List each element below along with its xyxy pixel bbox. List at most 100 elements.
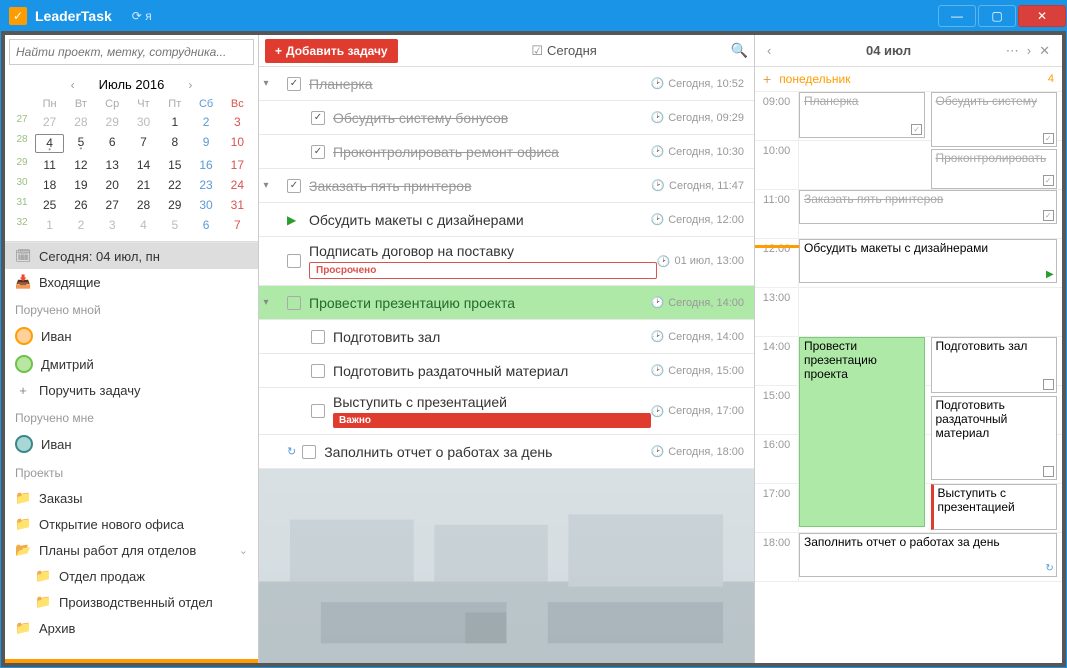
task-checkbox[interactable] [302, 445, 316, 459]
more-button[interactable]: ⋯ [1002, 43, 1023, 59]
close-button[interactable]: ✕ [1018, 5, 1066, 27]
cal-day[interactable]: 20 [98, 177, 127, 193]
cal-day[interactable]: 30 [129, 114, 158, 130]
nav-user-ivan2[interactable]: Иван [5, 430, 258, 458]
add-task-button[interactable]: +Добавить задачу [265, 39, 398, 63]
event-block[interactable]: Планерка [799, 92, 925, 138]
cal-day[interactable]: 4 [35, 134, 64, 153]
cal-day[interactable]: 26 [66, 197, 95, 213]
close-day-button[interactable]: ✕ [1035, 43, 1054, 59]
cal-day[interactable]: 4 [129, 217, 158, 233]
cal-day[interactable]: 25 [35, 197, 64, 213]
search-input[interactable] [9, 39, 254, 65]
disclosure-icon[interactable]: ▾ [259, 78, 273, 89]
cal-day[interactable]: 13 [98, 157, 127, 173]
cal-day[interactable]: 28 [129, 197, 158, 213]
task-row[interactable]: Подготовить зал 🕑Сегодня, 14:00 [259, 320, 754, 354]
minimize-button[interactable]: — [938, 5, 976, 27]
cal-day[interactable]: 2 [191, 114, 220, 130]
add-event-button[interactable]: + [763, 71, 771, 87]
schedule[interactable]: 09:00 ПланеркаОбсудить систему 10:00 Про… [755, 92, 1062, 663]
cal-day[interactable]: 17 [223, 157, 252, 173]
task-row[interactable]: ▶ Обсудить макеты с дизайнерами 🕑Сегодня… [259, 203, 754, 237]
search-icon[interactable]: 🔍 [731, 42, 748, 59]
nav-project-new-office[interactable]: 📁Открытие нового офиса [5, 511, 258, 537]
cal-day[interactable]: 18 [35, 177, 64, 193]
task-checkbox[interactable] [287, 296, 301, 310]
filter-today-label[interactable]: Сегодня [547, 43, 597, 58]
prev-day-button[interactable]: ‹ [763, 43, 775, 58]
task-checkbox[interactable] [287, 77, 301, 91]
cal-day[interactable]: 15 [160, 157, 189, 173]
cal-day[interactable]: 27 [98, 197, 127, 213]
cal-day[interactable]: 6 [98, 134, 127, 153]
nav-project-sales[interactable]: 📁Отдел продаж [5, 563, 258, 589]
cal-day[interactable]: 3 [223, 114, 252, 130]
task-checkbox[interactable] [311, 111, 325, 125]
disclosure-icon[interactable]: ▾ [259, 297, 273, 308]
cal-day[interactable]: 22 [160, 177, 189, 193]
event-block[interactable]: Обсудить систему [931, 92, 1057, 147]
task-row[interactable]: Проконтролировать ремонт офиса 🕑Сегодня,… [259, 135, 754, 169]
event-block[interactable]: Подготовить зал [931, 337, 1057, 393]
cal-day[interactable]: 6 [191, 217, 220, 233]
task-row[interactable]: Обсудить систему бонусов 🕑Сегодня, 09:29 [259, 101, 754, 135]
nav-project-orders[interactable]: 📁Заказы [5, 485, 258, 511]
task-checkbox[interactable] [311, 330, 325, 344]
cal-day[interactable]: 2 [66, 217, 95, 233]
cal-day[interactable]: 8 [160, 134, 189, 153]
cal-day[interactable]: 29 [98, 114, 127, 130]
cal-day[interactable]: 7 [129, 134, 158, 153]
cal-day[interactable]: 21 [129, 177, 158, 193]
cal-next-button[interactable]: › [180, 78, 200, 92]
task-checkbox[interactable] [311, 404, 325, 418]
task-checkbox[interactable] [287, 179, 301, 193]
task-row[interactable]: ↻ Заполнить отчет о работах за день 🕑Сег… [259, 435, 754, 469]
maximize-button[interactable]: ▢ [978, 5, 1016, 27]
cal-day[interactable]: 23 [191, 177, 220, 193]
nav-user-dmitry[interactable]: Дмитрий [5, 350, 258, 378]
cal-day[interactable]: 3 [98, 217, 127, 233]
event-block[interactable]: Проконтролировать [931, 149, 1057, 189]
nav-assign-task[interactable]: +Поручить задачу [5, 378, 258, 403]
nav-project-dept-plans[interactable]: 📂Планы работ для отделов⌄ [5, 537, 258, 563]
cal-day[interactable]: 10 [223, 134, 252, 153]
cal-day[interactable]: 5 [160, 217, 189, 233]
cal-day[interactable]: 27 [35, 114, 64, 130]
task-row[interactable]: ▾ Планерка 🕑Сегодня, 10:52 [259, 67, 754, 101]
cal-day[interactable]: 14 [129, 157, 158, 173]
cal-day[interactable]: 7 [223, 217, 252, 233]
task-checkbox[interactable] [311, 364, 325, 378]
task-row[interactable]: Подписать договор на поставку Просрочено… [259, 237, 754, 286]
task-row[interactable]: ▾ Заказать пять принтеров 🕑Сегодня, 11:4… [259, 169, 754, 203]
play-icon[interactable]: ▶ [287, 213, 301, 227]
nav-inbox[interactable]: 📥Входящие [5, 269, 258, 295]
cal-day[interactable]: 30 [191, 197, 220, 213]
task-row[interactable]: ▾ Провести презентацию проекта 🕑Сегодня,… [259, 286, 754, 320]
event-block[interactable]: Обсудить макеты с дизайнерами▶ [799, 239, 1057, 283]
cal-day[interactable]: 1 [35, 217, 64, 233]
task-checkbox[interactable] [287, 254, 301, 268]
event-block[interactable]: Выступить с презентацией [931, 484, 1057, 530]
cal-day[interactable]: 31 [223, 197, 252, 213]
cal-day[interactable]: 29 [160, 197, 189, 213]
cal-day[interactable]: 19 [66, 177, 95, 193]
cal-day[interactable]: 9 [191, 134, 220, 153]
nav-project-prod[interactable]: 📁Производственный отдел [5, 589, 258, 615]
cal-prev-button[interactable]: ‹ [63, 78, 83, 92]
cal-day[interactable]: 28 [66, 114, 95, 130]
cal-day[interactable]: 16 [191, 157, 220, 173]
cal-day[interactable]: 1 [160, 114, 189, 130]
nav-user-ivan[interactable]: Иван [5, 322, 258, 350]
nav-project-archive[interactable]: 📁Архив [5, 615, 258, 641]
cal-day[interactable]: 12 [66, 157, 95, 173]
cal-day[interactable]: 5 [66, 134, 95, 153]
nav-today[interactable]: 🗓Сегодня: 04 июл, пн [5, 243, 258, 269]
cal-day[interactable]: 24 [223, 177, 252, 193]
event-block[interactable]: Заполнить отчет о работах за день↻ [799, 533, 1057, 577]
disclosure-icon[interactable]: ▾ [259, 180, 273, 191]
event-block[interactable]: Заказать пять принтеров [799, 190, 1057, 224]
task-row[interactable]: Подготовить раздаточный материал 🕑Сегодн… [259, 354, 754, 388]
task-row[interactable]: Выступить с презентацией Важно 🕑Сегодня,… [259, 388, 754, 435]
next-day-button[interactable]: › [1023, 43, 1035, 58]
